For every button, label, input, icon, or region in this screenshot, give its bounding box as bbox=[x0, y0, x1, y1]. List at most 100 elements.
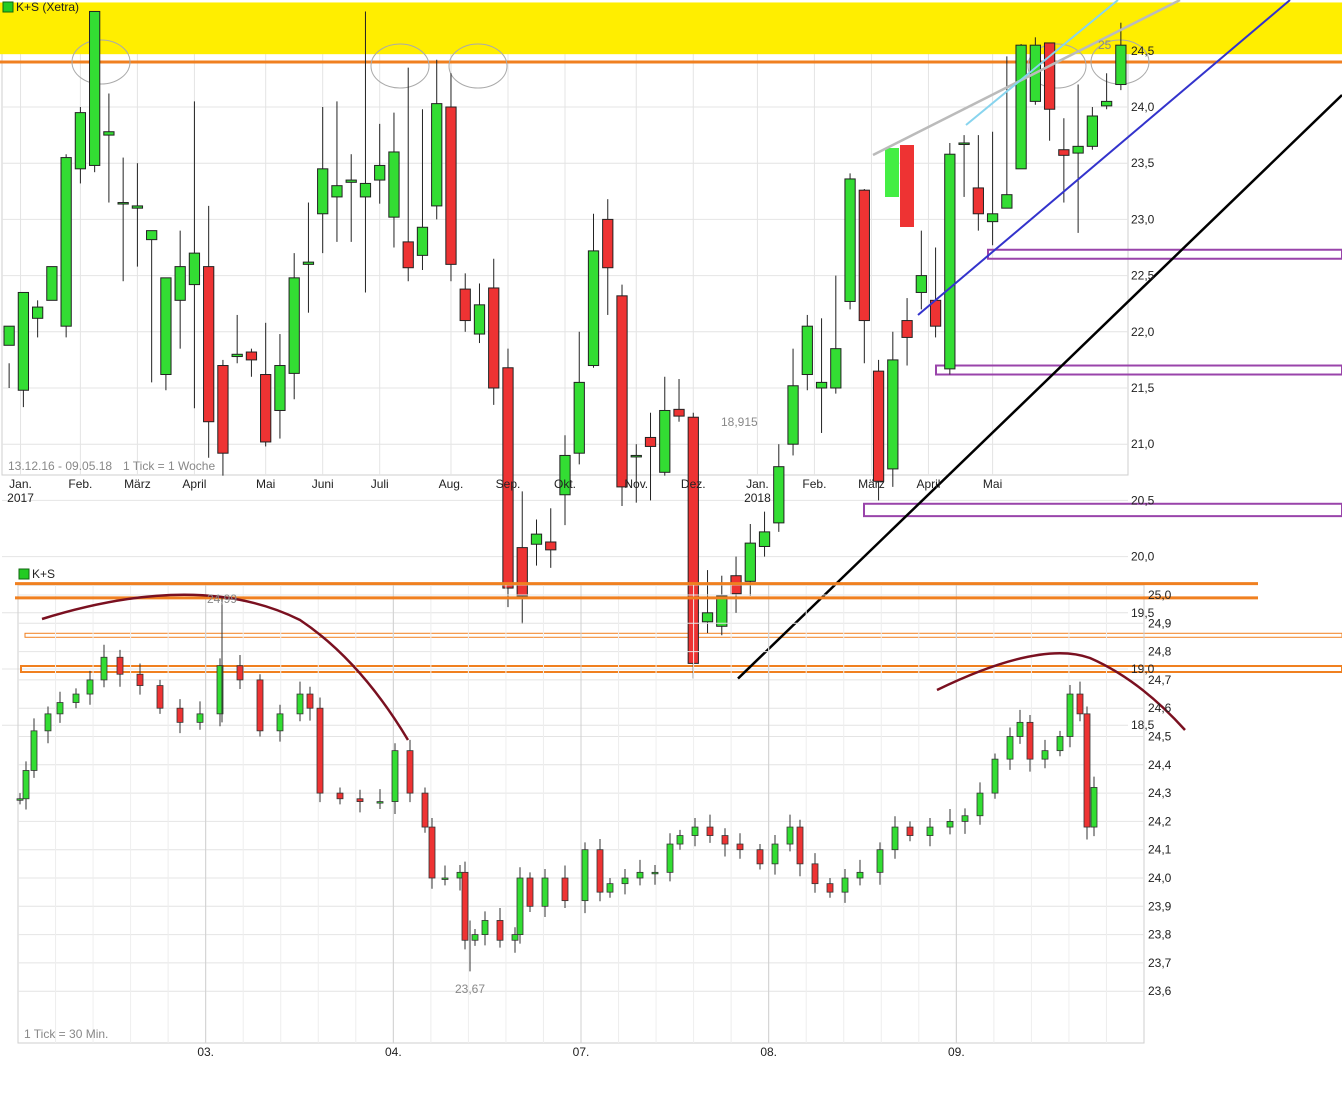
bottom-candle-body bbox=[100, 656, 108, 681]
support-zone bbox=[863, 502, 1342, 518]
bottom-candle-body bbox=[44, 713, 52, 732]
bottom-candle-body bbox=[976, 792, 984, 817]
top-legend-label: K+S (Xetra) bbox=[16, 0, 79, 14]
candle-body bbox=[545, 541, 557, 551]
candle-body bbox=[60, 157, 72, 327]
bottom-candle-body bbox=[30, 730, 38, 771]
candle-body bbox=[1100, 100, 1113, 107]
bottom-y-tick-label: 24,2 bbox=[1148, 814, 1172, 828]
bottom-candle-body bbox=[72, 693, 80, 703]
top-y-tick-label: 22,0 bbox=[1131, 325, 1155, 339]
bottom-candle-body bbox=[891, 826, 899, 851]
bottom-y-tick-label: 24,0 bbox=[1148, 871, 1172, 885]
bottom-candle-body bbox=[511, 934, 519, 941]
bottom-candle-body bbox=[56, 702, 64, 715]
bottom-x-tick-label: 09. bbox=[948, 1045, 965, 1059]
bottom-y-tick-label: 24,4 bbox=[1148, 758, 1172, 772]
top-x-tick-label: Okt. bbox=[554, 477, 576, 491]
trendline-black bbox=[737, 94, 1342, 680]
bottom-candle-body bbox=[196, 713, 204, 723]
candle-body bbox=[1001, 194, 1013, 209]
candle-body bbox=[644, 436, 657, 447]
bottom-candle-body bbox=[796, 826, 804, 865]
candle-body bbox=[117, 202, 129, 205]
top-y-tick-label: 21,5 bbox=[1131, 381, 1155, 395]
bottom-candle-body bbox=[621, 877, 629, 885]
bottom-candle-body bbox=[306, 693, 314, 709]
top-x-tick-label: Feb. bbox=[802, 477, 826, 491]
top-y-tick-label: 20,5 bbox=[1131, 493, 1155, 507]
bottom-legend-label: K+S bbox=[32, 567, 55, 581]
candle-body bbox=[17, 291, 30, 391]
top-y-tick-label: 25,0 bbox=[1131, 0, 1155, 2]
candle-body bbox=[174, 266, 186, 301]
candle-body bbox=[274, 365, 286, 411]
candle-body bbox=[473, 304, 486, 335]
candle-body bbox=[103, 131, 115, 136]
candle-body bbox=[217, 365, 229, 454]
bottom-candle-body bbox=[826, 883, 834, 893]
bottom-legend-swatch bbox=[18, 568, 30, 580]
candle-body bbox=[758, 531, 771, 547]
candle-body bbox=[944, 153, 956, 370]
bottom-chart-candles bbox=[16, 597, 1098, 972]
bottom-candle-body bbox=[691, 826, 699, 836]
bottom-candle-body bbox=[256, 679, 264, 732]
highlight-bar-green bbox=[885, 148, 899, 197]
bottom-y-tick-label: 23,8 bbox=[1148, 928, 1172, 942]
bottom-candle-body bbox=[811, 863, 819, 885]
top-y-tick-label: 21,0 bbox=[1131, 437, 1155, 451]
highlight-bar-red bbox=[900, 145, 914, 227]
top-y-tick-label: 23,0 bbox=[1131, 212, 1155, 226]
top-x-tick-label: Nov. bbox=[624, 477, 648, 491]
candle-body bbox=[146, 230, 158, 241]
top-y-tick-label: 24,5 bbox=[1131, 44, 1155, 58]
bottom-chart-axis: 23,6 23,7 23,8 23,9 24,0 24,1 24,2 24,3 24,4 24,5… bbox=[197, 588, 1171, 1059]
bottom-candle-body bbox=[1016, 721, 1024, 737]
candle-body bbox=[488, 287, 500, 389]
support-zone bbox=[987, 248, 1342, 260]
top-x-tick-label: April bbox=[182, 477, 206, 491]
bottom-candle-body bbox=[991, 758, 999, 794]
top-x-tick-label: Aug. bbox=[439, 477, 464, 491]
bottom-candle-body bbox=[876, 849, 884, 873]
candle-body bbox=[160, 277, 172, 376]
support-zone bbox=[935, 364, 1342, 376]
candle-body bbox=[573, 381, 585, 454]
top-x-tick-label: März bbox=[124, 477, 151, 491]
candle-body bbox=[972, 187, 984, 215]
candle-body bbox=[374, 164, 386, 181]
bottom-candle-body bbox=[561, 877, 569, 902]
top-tick-info: 1 Tick = 1 Woche bbox=[123, 459, 215, 473]
candle-body bbox=[89, 10, 101, 166]
candle-body bbox=[302, 261, 315, 265]
candle-body bbox=[630, 454, 642, 458]
candle-body bbox=[673, 408, 685, 417]
top-x-tick-label: Juli bbox=[371, 477, 389, 491]
bottom-y-tick-label: 24,7 bbox=[1148, 673, 1172, 687]
bottom-candle-body bbox=[1041, 750, 1049, 760]
candle-body bbox=[858, 189, 870, 322]
bottom-candle-body bbox=[946, 821, 954, 828]
candle-body bbox=[131, 205, 144, 209]
bottom-candle-body bbox=[1006, 736, 1014, 760]
candle-body bbox=[616, 295, 628, 488]
bottom-candle-body bbox=[1026, 721, 1034, 760]
low-annotation: 18,915 bbox=[721, 415, 758, 429]
bottom-candle-body bbox=[526, 877, 534, 907]
candle-body bbox=[659, 409, 671, 473]
candle-body bbox=[459, 288, 471, 322]
bottom-candle-body bbox=[86, 679, 94, 695]
bottom-candle-body bbox=[636, 871, 644, 879]
candle-body bbox=[602, 218, 614, 269]
bottom-x-tick-label: 07. bbox=[573, 1045, 590, 1059]
top-y-tick-label: 24,0 bbox=[1131, 100, 1155, 114]
top-x-tick-label: Dez. bbox=[681, 477, 706, 491]
bottom-candle-body bbox=[336, 792, 344, 800]
bottom-candle-body bbox=[176, 707, 184, 723]
bottom-y-tick-label: 24,6 bbox=[1148, 701, 1172, 715]
top-x-tick-label: Mai bbox=[256, 477, 275, 491]
candle-body bbox=[830, 348, 842, 389]
bottom-candle-body bbox=[236, 665, 244, 681]
candle-body bbox=[388, 151, 400, 218]
